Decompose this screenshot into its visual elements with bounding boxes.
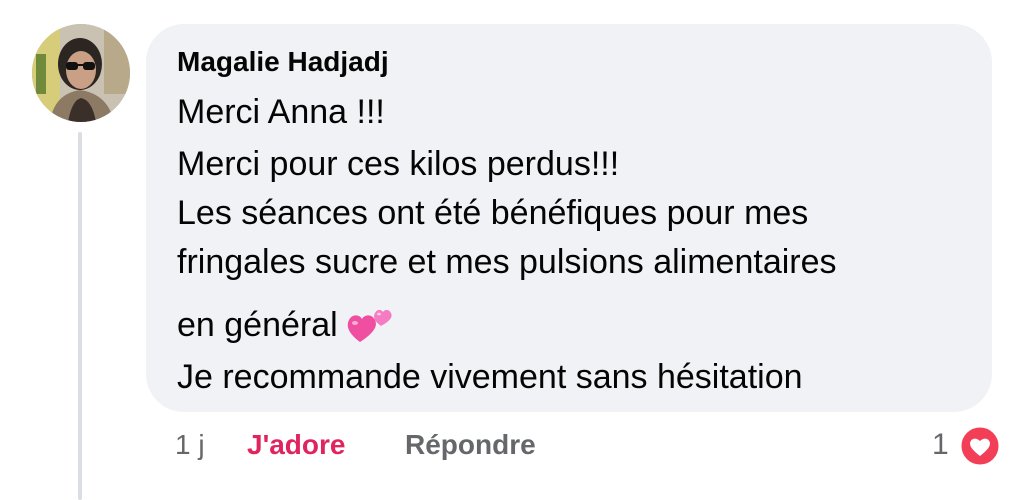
avatar[interactable]	[32, 24, 130, 122]
comment-text-line: Merci pour ces kilos perdus!!!	[177, 145, 620, 183]
comment-timestamp[interactable]: 1 j	[175, 425, 205, 465]
two-hearts-icon	[346, 304, 394, 353]
author-name[interactable]: Magalie Hadjadj	[177, 44, 389, 80]
comment-text-line-with-emoji: en général	[177, 304, 394, 353]
comment-thread: Magalie Hadjadj Merci Anna !!! Merci pou…	[0, 0, 1032, 500]
love-reaction-icon[interactable]	[958, 424, 1002, 468]
love-reaction-button[interactable]: J'adore	[247, 425, 345, 465]
thread-line	[78, 132, 82, 500]
comment-text-line: Les séances ont été bénéfiques pour mes	[177, 194, 809, 232]
comment-text: en général	[177, 306, 338, 344]
reply-button[interactable]: Répondre	[405, 425, 536, 465]
comment-text-line: Je recommande vivement sans hésitation	[177, 358, 803, 396]
profile-photo	[32, 24, 130, 122]
comment-text-line: fringales sucre et mes pulsions alimenta…	[177, 243, 837, 281]
reaction-count[interactable]: 1	[932, 425, 949, 465]
comment-text-line: Merci Anna !!!	[177, 93, 385, 131]
